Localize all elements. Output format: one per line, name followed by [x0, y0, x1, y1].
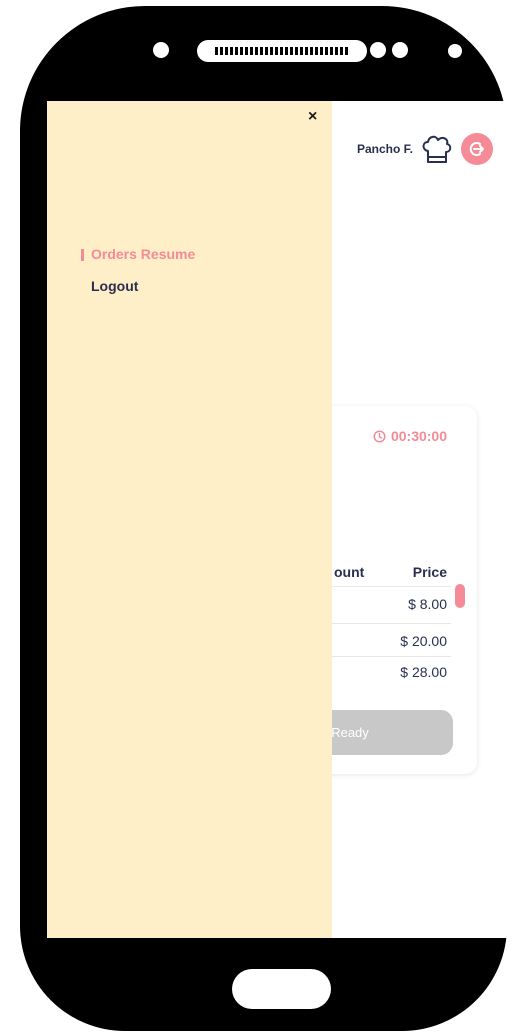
menu-item-logout[interactable]: Logout [91, 278, 138, 294]
logout-icon [469, 142, 484, 156]
app-screen: Pancho F. 00:30:00 ount Price $ 8.00 $ 2… [47, 101, 509, 938]
logout-button[interactable] [461, 133, 493, 165]
active-indicator [81, 249, 84, 261]
scrollbar-thumb[interactable] [455, 584, 465, 608]
sensor-dot-1 [370, 42, 386, 58]
speaker-grille [197, 40, 367, 62]
column-header-price: Price [412, 564, 447, 580]
home-button[interactable] [232, 969, 331, 1009]
user-name: Pancho F. [356, 142, 413, 156]
total-price: $ 28.00 [400, 664, 447, 680]
order-timer: 00:30:00 [373, 428, 447, 444]
sensor-dot-3 [448, 44, 462, 58]
clock-icon [373, 429, 386, 443]
timer-value: 00:30:00 [390, 428, 447, 444]
sensor-dot-2 [392, 42, 408, 58]
ready-label: Ready [331, 725, 369, 740]
user-header: Pancho F. [357, 131, 493, 167]
column-header-amount: ount [334, 564, 365, 580]
price-cell: $ 8.00 [408, 596, 447, 612]
side-drawer: × Orders Resume Logout [47, 101, 332, 938]
camera-dot-left [153, 42, 169, 58]
price-cell: $ 20.00 [400, 633, 447, 649]
chef-hat-icon [422, 135, 452, 163]
menu-item-orders-resume[interactable]: Orders Resume [91, 246, 195, 262]
close-icon[interactable]: × [308, 108, 317, 126]
